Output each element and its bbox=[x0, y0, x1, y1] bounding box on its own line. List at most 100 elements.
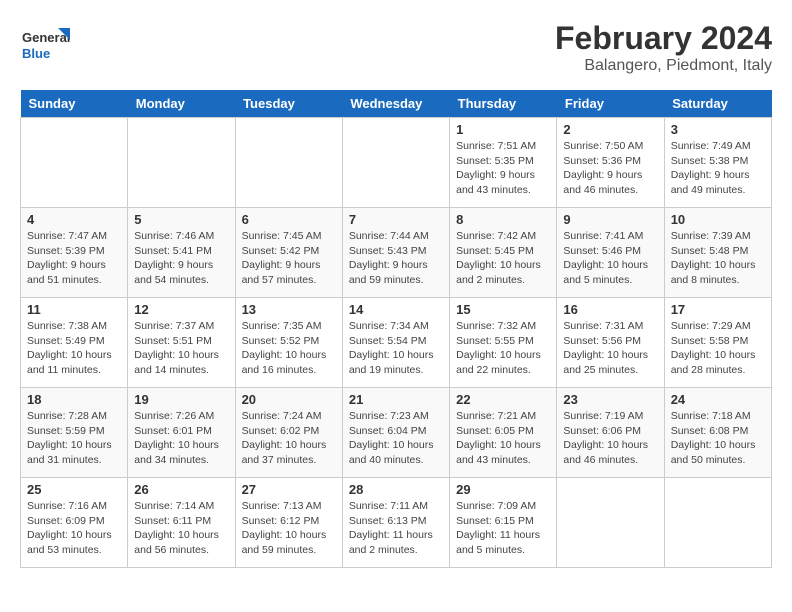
day-info: Sunrise: 7:18 AM Sunset: 6:08 PM Dayligh… bbox=[671, 409, 765, 468]
calendar-cell: 3 Sunrise: 7:49 AM Sunset: 5:38 PM Daylig… bbox=[664, 118, 771, 208]
day-info: Sunrise: 7:11 AM Sunset: 6:13 PM Dayligh… bbox=[349, 499, 443, 558]
day-number: 29 bbox=[456, 482, 550, 497]
day-number: 26 bbox=[134, 482, 228, 497]
day-info: Sunrise: 7:16 AM Sunset: 6:09 PM Dayligh… bbox=[27, 499, 121, 558]
calendar-cell: 20 Sunrise: 7:24 AM Sunset: 6:02 PM Dayli… bbox=[235, 388, 342, 478]
day-number: 22 bbox=[456, 392, 550, 407]
calendar-cell bbox=[664, 478, 771, 568]
logo: General Blue bbox=[20, 20, 70, 70]
day-info: Sunrise: 7:39 AM Sunset: 5:48 PM Dayligh… bbox=[671, 229, 765, 288]
calendar-cell: 2Sunrise: 7:50 AM Sunset: 5:36 PM Daylig… bbox=[557, 118, 664, 208]
day-number: 20 bbox=[242, 392, 336, 407]
day-number: 14 bbox=[349, 302, 443, 317]
day-number: 11 bbox=[27, 302, 121, 317]
day-info: Sunrise: 7:24 AM Sunset: 6:02 PM Dayligh… bbox=[242, 409, 336, 468]
day-info: Sunrise: 7:09 AM Sunset: 6:15 PM Dayligh… bbox=[456, 499, 550, 558]
day-info: Sunrise: 7:19 AM Sunset: 6:06 PM Dayligh… bbox=[563, 409, 657, 468]
day-number: 27 bbox=[242, 482, 336, 497]
calendar-cell: 29 Sunrise: 7:09 AM Sunset: 6:15 PM Dayli… bbox=[450, 478, 557, 568]
day-number: 4 bbox=[27, 212, 121, 227]
svg-text:Blue: Blue bbox=[22, 46, 50, 61]
day-number: 23 bbox=[563, 392, 657, 407]
logo-icon: General Blue bbox=[20, 20, 70, 70]
day-info: Sunrise: 7:29 AM Sunset: 5:58 PM Dayligh… bbox=[671, 319, 765, 378]
day-number: 18 bbox=[27, 392, 121, 407]
day-info: Sunrise: 7:14 AM Sunset: 6:11 PM Dayligh… bbox=[134, 499, 228, 558]
calendar-cell: 7 Sunrise: 7:44 AM Sunset: 5:43 PM Daylig… bbox=[342, 208, 449, 298]
day-number: 9 bbox=[563, 212, 657, 227]
calendar-cell: 6Sunrise: 7:45 AM Sunset: 5:42 PM Daylig… bbox=[235, 208, 342, 298]
day-info: Sunrise: 7:49 AM Sunset: 5:38 PM Dayligh… bbox=[671, 139, 765, 198]
calendar-cell: 27 Sunrise: 7:13 AM Sunset: 6:12 PM Dayli… bbox=[235, 478, 342, 568]
day-info: Sunrise: 7:42 AM Sunset: 5:45 PM Dayligh… bbox=[456, 229, 550, 288]
day-number: 5 bbox=[134, 212, 228, 227]
weekday-header-tuesday: Tuesday bbox=[235, 90, 342, 118]
day-info: Sunrise: 7:35 AM Sunset: 5:52 PM Dayligh… bbox=[242, 319, 336, 378]
calendar-cell: 4 Sunrise: 7:47 AM Sunset: 5:39 PM Daylig… bbox=[21, 208, 128, 298]
day-info: Sunrise: 7:34 AM Sunset: 5:54 PM Dayligh… bbox=[349, 319, 443, 378]
calendar-cell: 14 Sunrise: 7:34 AM Sunset: 5:54 PM Dayli… bbox=[342, 298, 449, 388]
top-row: General Blue February 2024 Balangero, Pi… bbox=[20, 20, 772, 80]
calendar-cell: 15 Sunrise: 7:32 AM Sunset: 5:55 PM Dayli… bbox=[450, 298, 557, 388]
calendar-cell: 9 Sunrise: 7:41 AM Sunset: 5:46 PM Daylig… bbox=[557, 208, 664, 298]
calendar-week-5: 25Sunrise: 7:16 AM Sunset: 6:09 PM Dayli… bbox=[21, 478, 772, 568]
day-info: Sunrise: 7:38 AM Sunset: 5:49 PM Dayligh… bbox=[27, 319, 121, 378]
weekday-header-sunday: Sunday bbox=[21, 90, 128, 118]
calendar-cell: 21 Sunrise: 7:23 AM Sunset: 6:04 PM Dayli… bbox=[342, 388, 449, 478]
day-number: 1 bbox=[456, 122, 550, 137]
day-info: Sunrise: 7:32 AM Sunset: 5:55 PM Dayligh… bbox=[456, 319, 550, 378]
day-number: 16 bbox=[563, 302, 657, 317]
day-number: 6 bbox=[242, 212, 336, 227]
calendar-cell: 22Sunrise: 7:21 AM Sunset: 6:05 PM Dayli… bbox=[450, 388, 557, 478]
calendar-cell: 1 Sunrise: 7:51 AM Sunset: 5:35 PM Daylig… bbox=[450, 118, 557, 208]
day-info: Sunrise: 7:47 AM Sunset: 5:39 PM Dayligh… bbox=[27, 229, 121, 288]
day-number: 17 bbox=[671, 302, 765, 317]
day-number: 3 bbox=[671, 122, 765, 137]
calendar-cell: 18 Sunrise: 7:28 AM Sunset: 5:59 PM Dayli… bbox=[21, 388, 128, 478]
day-info: Sunrise: 7:31 AM Sunset: 5:56 PM Dayligh… bbox=[563, 319, 657, 378]
day-number: 15 bbox=[456, 302, 550, 317]
calendar-cell bbox=[235, 118, 342, 208]
day-number: 2 bbox=[563, 122, 657, 137]
calendar-cell: 8 Sunrise: 7:42 AM Sunset: 5:45 PM Daylig… bbox=[450, 208, 557, 298]
calendar-cell: 17 Sunrise: 7:29 AM Sunset: 5:58 PM Dayli… bbox=[664, 298, 771, 388]
calendar-cell bbox=[342, 118, 449, 208]
calendar-cell: 23 Sunrise: 7:19 AM Sunset: 6:06 PM Dayli… bbox=[557, 388, 664, 478]
calendar-week-1: 1 Sunrise: 7:51 AM Sunset: 5:35 PM Daylig… bbox=[21, 118, 772, 208]
calendar-cell: 25Sunrise: 7:16 AM Sunset: 6:09 PM Dayli… bbox=[21, 478, 128, 568]
day-number: 8 bbox=[456, 212, 550, 227]
day-info: Sunrise: 7:46 AM Sunset: 5:41 PM Dayligh… bbox=[134, 229, 228, 288]
page-title: February 2024 bbox=[555, 20, 772, 57]
day-info: Sunrise: 7:44 AM Sunset: 5:43 PM Dayligh… bbox=[349, 229, 443, 288]
weekday-header-monday: Monday bbox=[128, 90, 235, 118]
calendar-week-4: 18 Sunrise: 7:28 AM Sunset: 5:59 PM Dayli… bbox=[21, 388, 772, 478]
calendar-cell: 10 Sunrise: 7:39 AM Sunset: 5:48 PM Dayli… bbox=[664, 208, 771, 298]
day-number: 28 bbox=[349, 482, 443, 497]
calendar-cell: 13 Sunrise: 7:35 AM Sunset: 5:52 PM Dayli… bbox=[235, 298, 342, 388]
day-info: Sunrise: 7:51 AM Sunset: 5:35 PM Dayligh… bbox=[456, 139, 550, 198]
calendar-cell bbox=[557, 478, 664, 568]
calendar-cell: 16 Sunrise: 7:31 AM Sunset: 5:56 PM Dayli… bbox=[557, 298, 664, 388]
day-info: Sunrise: 7:37 AM Sunset: 5:51 PM Dayligh… bbox=[134, 319, 228, 378]
calendar-cell: 12 Sunrise: 7:37 AM Sunset: 5:51 PM Dayli… bbox=[128, 298, 235, 388]
day-number: 19 bbox=[134, 392, 228, 407]
day-number: 21 bbox=[349, 392, 443, 407]
day-number: 10 bbox=[671, 212, 765, 227]
calendar-week-2: 4 Sunrise: 7:47 AM Sunset: 5:39 PM Daylig… bbox=[21, 208, 772, 298]
calendar-cell: 5 Sunrise: 7:46 AM Sunset: 5:41 PM Daylig… bbox=[128, 208, 235, 298]
calendar-cell: 24Sunrise: 7:18 AM Sunset: 6:08 PM Dayli… bbox=[664, 388, 771, 478]
weekday-header-thursday: Thursday bbox=[450, 90, 557, 118]
day-info: Sunrise: 7:23 AM Sunset: 6:04 PM Dayligh… bbox=[349, 409, 443, 468]
calendar-cell bbox=[21, 118, 128, 208]
day-info: Sunrise: 7:13 AM Sunset: 6:12 PM Dayligh… bbox=[242, 499, 336, 558]
weekday-header-wednesday: Wednesday bbox=[342, 90, 449, 118]
day-number: 13 bbox=[242, 302, 336, 317]
day-info: Sunrise: 7:28 AM Sunset: 5:59 PM Dayligh… bbox=[27, 409, 121, 468]
day-number: 12 bbox=[134, 302, 228, 317]
calendar-cell bbox=[128, 118, 235, 208]
calendar-cell: 28 Sunrise: 7:11 AM Sunset: 6:13 PM Dayli… bbox=[342, 478, 449, 568]
day-number: 7 bbox=[349, 212, 443, 227]
weekday-header-row: SundayMondayTuesdayWednesdayThursdayFrid… bbox=[21, 90, 772, 118]
calendar-cell: 19Sunrise: 7:26 AM Sunset: 6:01 PM Dayli… bbox=[128, 388, 235, 478]
day-info: Sunrise: 7:41 AM Sunset: 5:46 PM Dayligh… bbox=[563, 229, 657, 288]
